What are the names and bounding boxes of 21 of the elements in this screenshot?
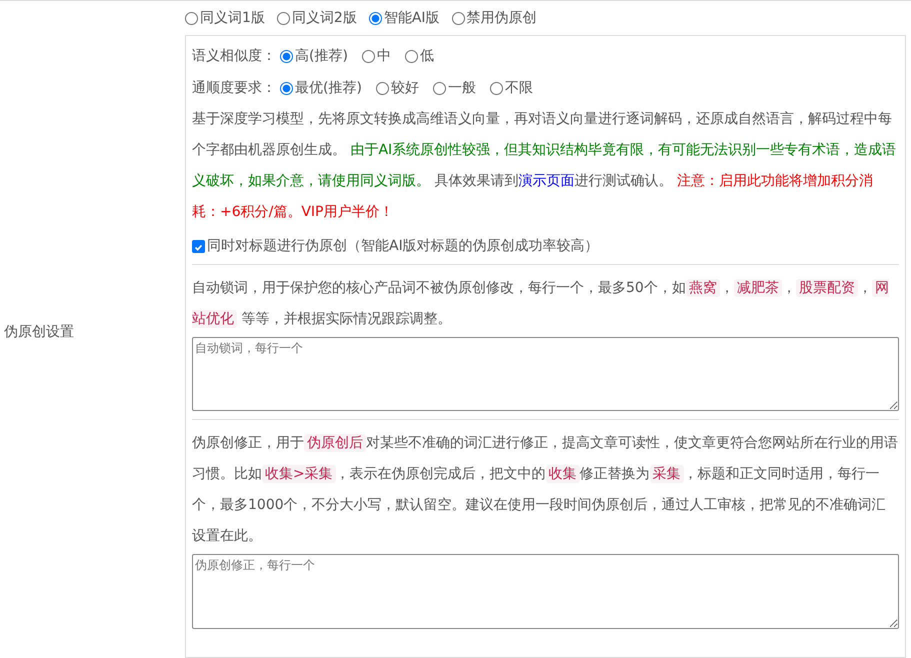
fluency-radio[interactable]: 一般 [432,79,476,97]
demo-page-link[interactable]: 演示页面 [518,173,574,189]
section-label: 伪原创设置 [3,322,74,340]
correction-field[interactable]: 伪原创修正，每行一个 [192,554,899,629]
correction-description: 伪原创修正，用于 伪原创后 对某些不准确的词汇进行修正，提高文章可读性，使文章更符合您网站所在行业的用语习惯。比如 收集>采集 ，表示在伪原创完成后，把文中的 收集 修正替换为 采集 ，标题和正文同时适用，每行一个，最多1000个，不分大小写，默认留空。建议在使用一段时间伪原创后，通过人工审核，把常见的不准确词汇设置在此。 [192,433,899,546]
similarity-label: 语义相似度： [192,47,276,65]
mode-radio[interactable]: 禁用伪原创 [452,9,537,27]
lock-words-field[interactable]: 自动锁词，每行一个 [192,337,899,411]
lock-words-description: 自动锁词，用于保护您的核心产品词不被伪原创修改，每行一个，最多50个，如 燕窝 ， 减肥茶 ， 股票配资 ， 网站优化 等等，并根据实际情况跟踪调整。 [192,278,890,330]
ai-description: 基于深度学习模型，先将原文转换成高维语义向量，再对语义向量进行逐词解码，还原成自然语言，解码过程中每个字都由机器原创生成。 由于AI系统原创性较强，但其知识结构毕竟有限，有可能无法识别一些专有术语，造成语义破坏，如果介意，请使用同义词版。 具体效果请到演示页面进行测试确认。 注意：启用此功能将增加积分消耗：+6积分/篇。VIP用户半价！ [192,110,898,222]
mode-radio[interactable]: 同义词2版 [276,9,357,27]
similarity-radio[interactable]: 高(推荐) [280,47,348,65]
fluency-label: 通顺度要求： [192,79,276,97]
fluency-radio[interactable]: 最优(推荐) [280,79,362,97]
fluency-radio[interactable]: 较好 [376,79,419,97]
title-checkbox[interactable]: 同时对标题进行伪原创（智能AI版对标题的伪原创成功率较高） [192,237,599,255]
similarity-radio[interactable]: 中 [362,47,391,65]
mode-radio[interactable]: 智能AI版 [368,9,440,27]
fluency-radio[interactable]: 不限 [490,79,533,97]
similarity-radio[interactable]: 低 [404,47,434,65]
mode-radio[interactable]: 同义词1版 [185,9,265,27]
